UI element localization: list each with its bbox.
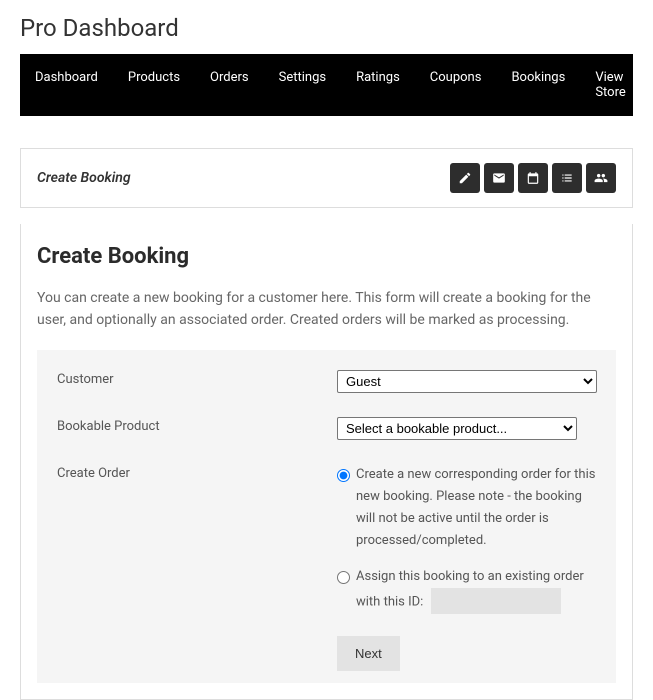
- product-select[interactable]: Select a bookable product...: [337, 417, 577, 440]
- content-panel: Create Booking You can create a new book…: [20, 224, 633, 700]
- panel-header: Create Booking: [20, 148, 633, 208]
- nav-ratings[interactable]: Ratings: [341, 54, 415, 116]
- mail-icon-button[interactable]: [484, 163, 514, 193]
- icon-buttons: [450, 163, 616, 193]
- content-description: You can create a new booking for a custo…: [37, 287, 616, 332]
- order-row: Create Order Create a new corresponding …: [37, 452, 616, 683]
- nav-settings[interactable]: Settings: [264, 54, 341, 116]
- calendar-icon-button[interactable]: [518, 163, 548, 193]
- order-radio-new[interactable]: [337, 469, 350, 482]
- list-icon: [560, 171, 574, 185]
- nav-orders[interactable]: Orders: [195, 54, 264, 116]
- nav-dashboard[interactable]: Dashboard: [20, 54, 113, 116]
- product-row: Bookable Product Select a bookable produ…: [37, 405, 616, 452]
- existing-order-id-input[interactable]: [431, 588, 561, 614]
- customer-row: Customer Guest: [37, 350, 616, 405]
- order-radio-existing[interactable]: [337, 571, 350, 584]
- users-icon: [594, 171, 608, 185]
- list-icon-button[interactable]: [552, 163, 582, 193]
- order-option-existing[interactable]: Assign this booking to an existing order…: [337, 566, 596, 614]
- users-icon-button[interactable]: [586, 163, 616, 193]
- nav-coupons[interactable]: Coupons: [415, 54, 497, 116]
- edit-icon-button[interactable]: [450, 163, 480, 193]
- nav-bookings[interactable]: Bookings: [496, 54, 580, 116]
- order-label: Create Order: [37, 464, 337, 481]
- customer-label: Customer: [37, 370, 337, 393]
- edit-icon: [458, 171, 472, 185]
- order-option-new-text: Create a new corresponding order for thi…: [356, 464, 596, 552]
- order-option-new[interactable]: Create a new corresponding order for thi…: [337, 464, 596, 552]
- customer-select[interactable]: Guest: [337, 370, 597, 393]
- page-title: Pro Dashboard: [0, 0, 653, 54]
- form-area: Customer Guest Bookable Product Select a…: [37, 350, 616, 683]
- main-nav: Dashboard Products Orders Settings Ratin…: [20, 54, 633, 116]
- content-title: Create Booking: [37, 244, 616, 269]
- calendar-icon: [526, 171, 540, 185]
- nav-view-store[interactable]: View Store: [580, 54, 640, 116]
- nav-products[interactable]: Products: [113, 54, 195, 116]
- next-button[interactable]: Next: [337, 636, 400, 671]
- product-label: Bookable Product: [37, 417, 337, 440]
- panel-title: Create Booking: [37, 170, 131, 186]
- mail-icon: [492, 171, 506, 185]
